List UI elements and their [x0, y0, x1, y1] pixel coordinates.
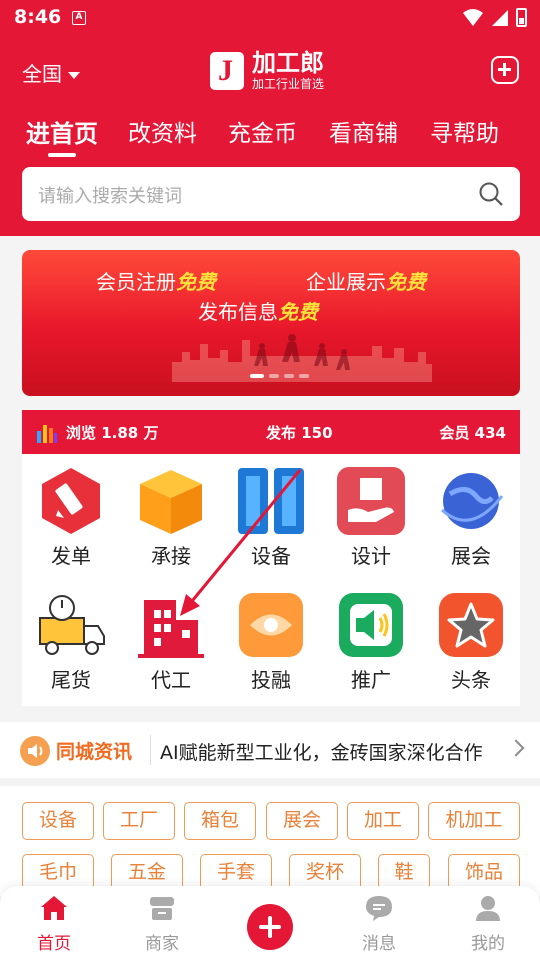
tab-edit-profile[interactable]: 改资料 [128, 114, 197, 148]
category-weihuo[interactable]: 尾货 [25, 578, 117, 692]
signal-icon [492, 10, 508, 26]
truck-timer-icon [39, 595, 105, 655]
status-bar: 8:46 A [0, 0, 540, 36]
nav-label: 消息 [362, 934, 396, 954]
logo-mark-icon [210, 52, 244, 90]
search-input[interactable]: 请输入搜索关键词 [22, 167, 520, 221]
nav-merchants[interactable]: 商家 [122, 894, 202, 954]
category-fadan[interactable]: 发单 [25, 454, 117, 568]
banner-line3: 发布信息免费 [198, 300, 318, 324]
tag-item[interactable]: 工厂 [103, 802, 175, 840]
search-icon[interactable] [478, 181, 504, 207]
region-label: 全国 [22, 62, 62, 86]
home-icon [41, 896, 67, 920]
tab-home[interactable]: 进首页 [26, 114, 98, 149]
stats-bar: 浏览 1.88 万 发布 150 会员 434 [22, 410, 520, 454]
logo-subtitle: 加工行业首选 [252, 77, 325, 91]
nav-home[interactable]: 首页 [14, 894, 94, 954]
tag-item[interactable]: 展会 [266, 802, 338, 840]
tag-item[interactable]: 设备 [22, 802, 94, 840]
category-sheji[interactable]: 设计 [325, 454, 417, 568]
speaker-icon [339, 593, 403, 657]
stats-posts: 发布 150 [266, 424, 333, 442]
globe-icon [440, 473, 504, 529]
nav-label: 我的 [471, 934, 505, 954]
active-tab-indicator [48, 153, 76, 157]
category-label: 承接 [151, 544, 191, 568]
category-toutiao[interactable]: 头条 [425, 578, 517, 692]
top-tabs: 进首页 改资料 充金币 看商铺 寻帮助 [0, 106, 540, 162]
category-label: 头条 [451, 668, 491, 692]
divider [150, 735, 151, 765]
tab-recharge[interactable]: 充金币 [228, 114, 297, 148]
wifi-icon [463, 9, 483, 26]
category-chengjie[interactable]: 承接 [125, 454, 217, 568]
region-selector[interactable]: 全国 [22, 58, 80, 87]
banner-line1: 会员注册免费 [96, 270, 216, 294]
nav-profile[interactable]: 我的 [448, 894, 528, 954]
pencil-hexagon-icon [42, 468, 100, 534]
category-label: 发单 [51, 544, 91, 568]
add-post-icon[interactable] [491, 56, 519, 84]
box-icon [140, 470, 202, 534]
category-label: 代工 [151, 668, 191, 692]
category-label: 展会 [451, 544, 491, 568]
tag-item[interactable]: 机加工 [428, 802, 520, 840]
speaker-news-icon [20, 736, 50, 766]
factory-icon [138, 600, 204, 658]
category-label: 推广 [351, 668, 391, 692]
category-tourong[interactable]: 投融 [225, 578, 317, 692]
store-icon [150, 897, 174, 920]
binders-icon [238, 468, 304, 534]
news-headline[interactable]: AI赋能新型工业化，金砖国家深化合作 [160, 738, 483, 765]
category-label: 设计 [351, 544, 391, 568]
banner-line2: 企业展示免费 [306, 270, 426, 294]
user-icon [476, 896, 500, 921]
bar-chart-icon [37, 424, 57, 443]
promo-banner[interactable]: 会员注册免费 企业展示免费 发布信息免费 [22, 250, 520, 396]
nav-messages[interactable]: 消息 [339, 894, 419, 954]
message-icon [366, 896, 392, 921]
search-placeholder: 请输入搜索关键词 [38, 186, 182, 207]
banner-pagination [250, 374, 309, 378]
notification-icon: A [72, 11, 86, 25]
category-grid: 发单 承接 设备 设计 展会 尾货 代工 投融 推广 头条 [22, 454, 520, 706]
category-label: 投融 [251, 668, 291, 692]
hand-box-icon [337, 467, 405, 535]
stats-views: 浏览 1.88 万 [36, 422, 158, 443]
chevron-right-icon[interactable] [507, 739, 525, 757]
tab-help[interactable]: 寻帮助 [430, 114, 499, 148]
category-tuiguang[interactable]: 推广 [325, 578, 417, 692]
eye-icon [239, 593, 303, 657]
category-label: 尾货 [51, 668, 91, 692]
nav-label: 首页 [37, 934, 71, 954]
local-news-bar[interactable]: 同城资讯 AI赋能新型工业化，金砖国家深化合作 [0, 722, 540, 778]
app-header: 全国 加工郎 加工行业首选 [0, 44, 540, 96]
star-icon [439, 593, 503, 657]
battery-icon [516, 8, 527, 27]
publish-plus-button[interactable] [247, 904, 293, 950]
category-shebei[interactable]: 设备 [225, 454, 317, 568]
category-daigong[interactable]: 代工 [125, 578, 217, 692]
category-label: 设备 [251, 544, 291, 568]
status-time: 8:46 [14, 6, 62, 28]
app-logo: 加工郎 加工行业首选 [210, 48, 324, 94]
logo-title: 加工郎 [252, 49, 324, 77]
tag-item[interactable]: 箱包 [184, 802, 256, 840]
tag-cloud: 设备 工厂 箱包 展会 加工 机加工 毛巾 五金 手套 奖杯 鞋 饰品 [0, 786, 540, 896]
caret-down-icon [68, 72, 80, 79]
nav-label: 商家 [145, 934, 179, 954]
category-zhanhui[interactable]: 展会 [425, 454, 517, 568]
views-text: 浏览 1.88 万 [66, 424, 159, 442]
news-title: 同城资讯 [56, 741, 133, 763]
tab-shops[interactable]: 看商铺 [329, 114, 398, 148]
stats-members: 会员 434 [439, 424, 506, 442]
tag-item[interactable]: 加工 [347, 802, 419, 840]
